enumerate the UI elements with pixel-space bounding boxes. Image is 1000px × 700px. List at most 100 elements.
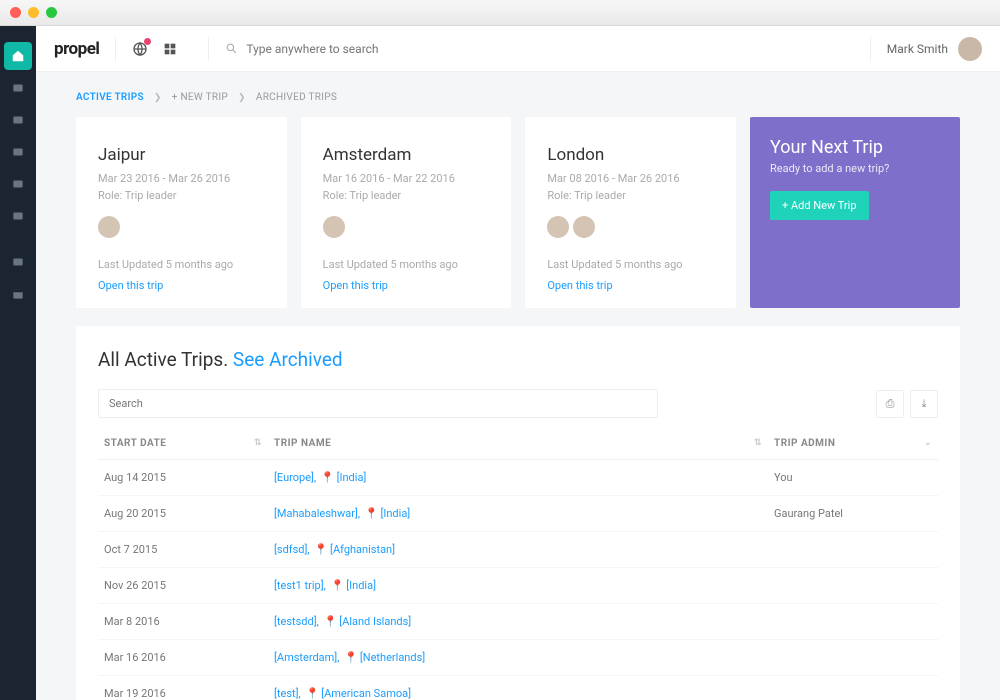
cell-date: Nov 26 2015 (98, 568, 268, 604)
sidebar (0, 26, 36, 700)
user-name: Mark Smith (887, 42, 948, 56)
topbar: propel Mark Smith (36, 26, 1000, 72)
sidebar-item-5[interactable] (4, 170, 32, 198)
chevron-right-icon: ❯ (238, 93, 246, 103)
export-button-2[interactable]: ⤓ (910, 390, 938, 418)
export-button-1[interactable]: ⎙ (876, 390, 904, 418)
table-search-input[interactable] (98, 389, 658, 418)
window-min-dot[interactable] (28, 7, 39, 18)
breadcrumb: ACTIVE TRIPS ❯ + NEW TRIP ❯ ARCHIVED TRI… (76, 92, 960, 103)
table-row[interactable]: Oct 7 2015 [sdfsd], 📍[Afghanistan] (98, 532, 938, 568)
trip-updated: Last Updated 5 months ago (547, 258, 714, 271)
cell-admin (768, 640, 938, 676)
sidebar-item-4[interactable] (4, 138, 32, 166)
breadcrumb-new[interactable]: + NEW TRIP (172, 92, 228, 103)
table-row[interactable]: Nov 26 2015 [test1 trip], 📍[India] (98, 568, 938, 604)
trip-updated: Last Updated 5 months ago (323, 258, 490, 271)
trip-card[interactable]: London Mar 08 2016 - Mar 26 2016 Role: T… (525, 117, 736, 308)
search-input[interactable] (246, 42, 446, 56)
trip-title: Jaipur (98, 145, 265, 165)
cell-date: Mar 19 2016 (98, 676, 268, 700)
location-pin-icon: 📍 (314, 543, 328, 556)
table-row[interactable]: Aug 14 2015 [Europe], 📍[India] You (98, 460, 938, 496)
cell-admin (768, 604, 938, 640)
globe-icon[interactable] (132, 41, 148, 57)
cell-admin (768, 568, 938, 604)
trip-dates: Mar 23 2016 - Mar 26 2016 (98, 171, 265, 188)
cell-date: Oct 7 2015 (98, 532, 268, 568)
cell-date: Aug 20 2015 (98, 496, 268, 532)
chevron-right-icon: ❯ (154, 93, 162, 103)
location-pin-icon: 📍 (321, 471, 335, 484)
cell-admin (768, 676, 938, 700)
cell-name: [sdfsd], 📍[Afghanistan] (268, 532, 768, 568)
sidebar-item-2[interactable] (4, 74, 32, 102)
trip-updated: Last Updated 5 months ago (98, 258, 265, 271)
trip-card[interactable]: Jaipur Mar 23 2016 - Mar 26 2016 Role: T… (76, 117, 287, 308)
cell-date: Mar 16 2016 (98, 640, 268, 676)
avatar (98, 216, 120, 238)
table-row[interactable]: Mar 16 2016 [Amsterdam], 📍[Netherlands] (98, 640, 938, 676)
sidebar-item-calendar[interactable] (4, 280, 32, 308)
location-pin-icon: 📍 (344, 651, 358, 664)
panel-title: All Active Trips. See Archived (98, 348, 938, 371)
cell-name: [Mahabaleshwar], 📍[India] (268, 496, 768, 532)
trip-dates: Mar 08 2016 - Mar 26 2016 (547, 171, 714, 188)
cell-name: [testsdd], 📍[Aland Islands] (268, 604, 768, 640)
trip-dates: Mar 16 2016 - Mar 22 2016 (323, 171, 490, 188)
next-trip-cta: Your Next Trip Ready to add a new trip? … (750, 117, 960, 308)
location-pin-icon: 📍 (305, 687, 319, 700)
cta-title: Your Next Trip (770, 137, 940, 158)
avatar (573, 216, 595, 238)
breadcrumb-archived[interactable]: ARCHIVED TRIPS (256, 92, 337, 103)
table-row[interactable]: Aug 20 2015 [Mahabaleshwar], 📍[India] Ga… (98, 496, 938, 532)
cell-name: [test1 trip], 📍[India] (268, 568, 768, 604)
breadcrumb-active[interactable]: ACTIVE TRIPS (76, 92, 144, 103)
trips-table: START DATE⇅ TRIP NAME⇅ TRIP ADMIN⌄ Aug 1… (98, 428, 938, 700)
sidebar-item-home[interactable] (4, 42, 32, 70)
col-trip-admin[interactable]: TRIP ADMIN⌄ (768, 428, 938, 460)
cell-admin (768, 532, 938, 568)
logo[interactable]: propel (54, 39, 99, 59)
location-pin-icon: 📍 (331, 579, 345, 592)
search-icon (225, 42, 238, 55)
trip-title: Amsterdam (323, 145, 490, 165)
open-trip-link[interactable]: Open this trip (547, 279, 714, 292)
cell-date: Aug 14 2015 (98, 460, 268, 496)
sidebar-item-3[interactable] (4, 106, 32, 134)
see-archived-link[interactable]: See Archived (233, 348, 343, 371)
open-trip-link[interactable]: Open this trip (98, 279, 265, 292)
apps-icon[interactable] (162, 41, 178, 57)
window-max-dot[interactable] (46, 7, 57, 18)
open-trip-link[interactable]: Open this trip (323, 279, 490, 292)
browser-chrome (0, 0, 1000, 26)
cell-admin: Gaurang Patel (768, 496, 938, 532)
add-new-trip-button[interactable]: + Add New Trip (770, 191, 868, 220)
trip-role: Role: Trip leader (323, 188, 490, 205)
global-search[interactable] (225, 42, 853, 56)
avatar (547, 216, 569, 238)
cell-name: [test], 📍[American Samoa] (268, 676, 768, 700)
col-start-date[interactable]: START DATE⇅ (98, 428, 268, 460)
table-row[interactable]: Mar 19 2016 [test], 📍[American Samoa] (98, 676, 938, 700)
trip-card[interactable]: Amsterdam Mar 16 2016 - Mar 22 2016 Role… (301, 117, 512, 308)
avatar (958, 37, 982, 61)
cell-date: Mar 8 2016 (98, 604, 268, 640)
sidebar-item-6[interactable] (4, 202, 32, 230)
avatar (323, 216, 345, 238)
cell-name: [Amsterdam], 📍[Netherlands] (268, 640, 768, 676)
window-close-dot[interactable] (10, 7, 21, 18)
location-pin-icon: 📍 (365, 507, 379, 520)
notification-badge (144, 38, 151, 45)
cell-admin: You (768, 460, 938, 496)
col-trip-name[interactable]: TRIP NAME⇅ (268, 428, 768, 460)
user-menu[interactable]: Mark Smith (887, 37, 982, 61)
table-row[interactable]: Mar 8 2016 [testsdd], 📍[Aland Islands] (98, 604, 938, 640)
trip-role: Role: Trip leader (547, 188, 714, 205)
trip-title: London (547, 145, 714, 165)
cta-subtitle: Ready to add a new trip? (770, 162, 940, 175)
trip-role: Role: Trip leader (98, 188, 265, 205)
sidebar-item-7[interactable] (4, 248, 32, 276)
location-pin-icon: 📍 (324, 615, 338, 628)
trips-table-panel: All Active Trips. See Archived ⎙ ⤓ START… (76, 326, 960, 700)
